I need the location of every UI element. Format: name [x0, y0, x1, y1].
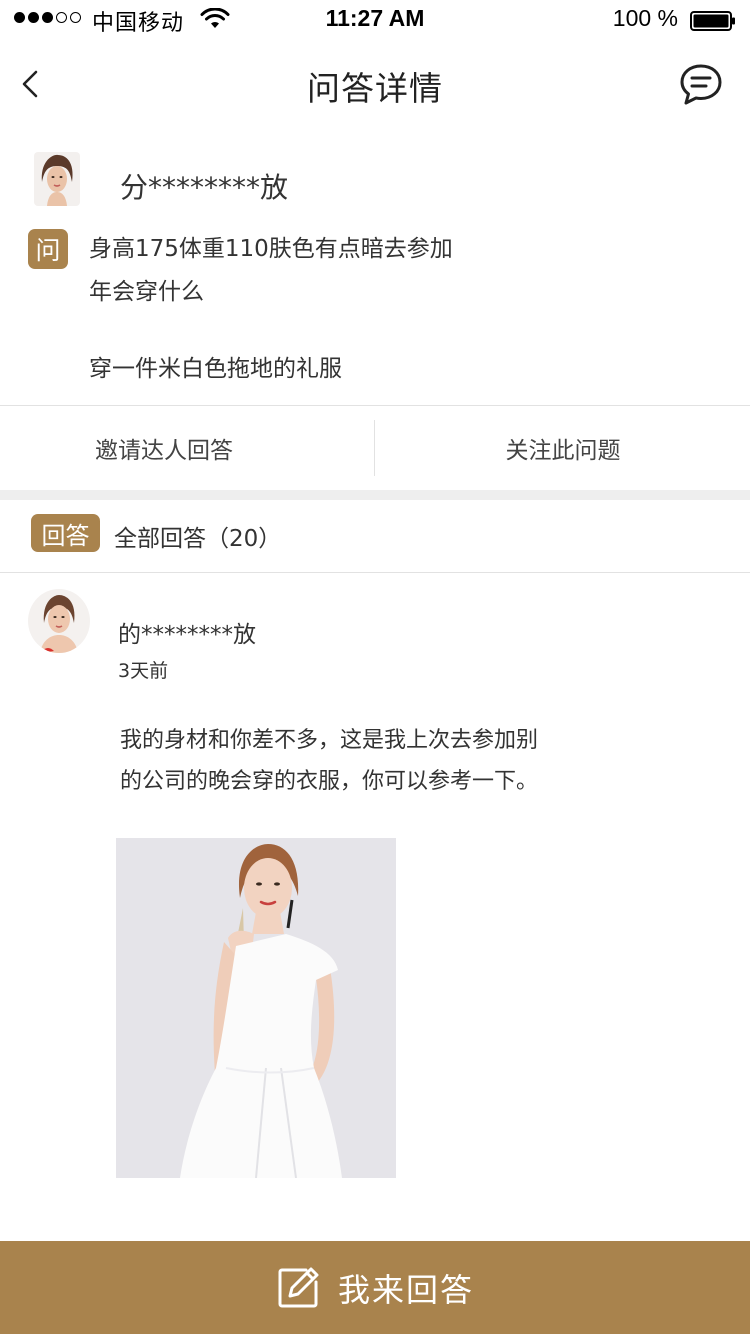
answer-text: 我的身材和你差不多，这是我上次去参加别 的公司的晚会穿的衣服，你可以参考一下。	[120, 720, 590, 802]
asker-avatar[interactable]	[34, 152, 80, 206]
question-best-answer: 穿一件米白色拖地的礼服	[89, 356, 342, 382]
section-separator	[0, 490, 750, 500]
answer-timestamp: 3天前	[118, 660, 169, 682]
invite-expert-button[interactable]: 邀请达人回答	[0, 406, 328, 490]
answer-now-label: 我来回答	[337, 1270, 474, 1309]
battery-percentage: 100 %	[612, 5, 678, 31]
battery-icon	[690, 11, 735, 31]
answer-now-button[interactable]: 我来回答	[0, 1241, 750, 1334]
nav-bar: 问答详情	[0, 40, 750, 130]
question-text: 身高175体重110肤色有点暗去参加 年会穿什么	[89, 228, 489, 314]
page-title: 问答详情	[307, 69, 443, 108]
divider	[0, 572, 750, 573]
answer-text-line: 我的身材和你差不多，这是我上次去参加别	[120, 728, 539, 753]
answer-text-line: 的公司的晚会穿的衣服，你可以参考一下。	[120, 769, 539, 794]
answerer-username[interactable]: 的********放	[118, 615, 256, 649]
answer-now-content: 我来回答	[276, 1265, 474, 1311]
chat-bubble-icon[interactable]	[678, 62, 724, 108]
status-bar: 中国移动 11:27 AM 100 %	[0, 0, 750, 40]
question-badge: 问	[28, 229, 68, 269]
asker-username[interactable]: 分********放	[120, 166, 288, 206]
question-text-line: 年会穿什么	[89, 279, 204, 305]
answer-photo[interactable]	[116, 838, 396, 1178]
answers-badge: 回答	[31, 514, 100, 552]
edit-icon	[278, 1267, 319, 1307]
follow-question-button[interactable]: 关注此问题	[376, 406, 750, 490]
answerer-avatar[interactable]	[28, 589, 90, 653]
divider	[374, 420, 375, 476]
question-actions: 邀请达人回答 关注此问题	[0, 406, 750, 490]
answers-count-label: 全部回答（20）	[114, 526, 282, 552]
question-text-line: 身高175体重110肤色有点暗去参加	[89, 236, 453, 262]
